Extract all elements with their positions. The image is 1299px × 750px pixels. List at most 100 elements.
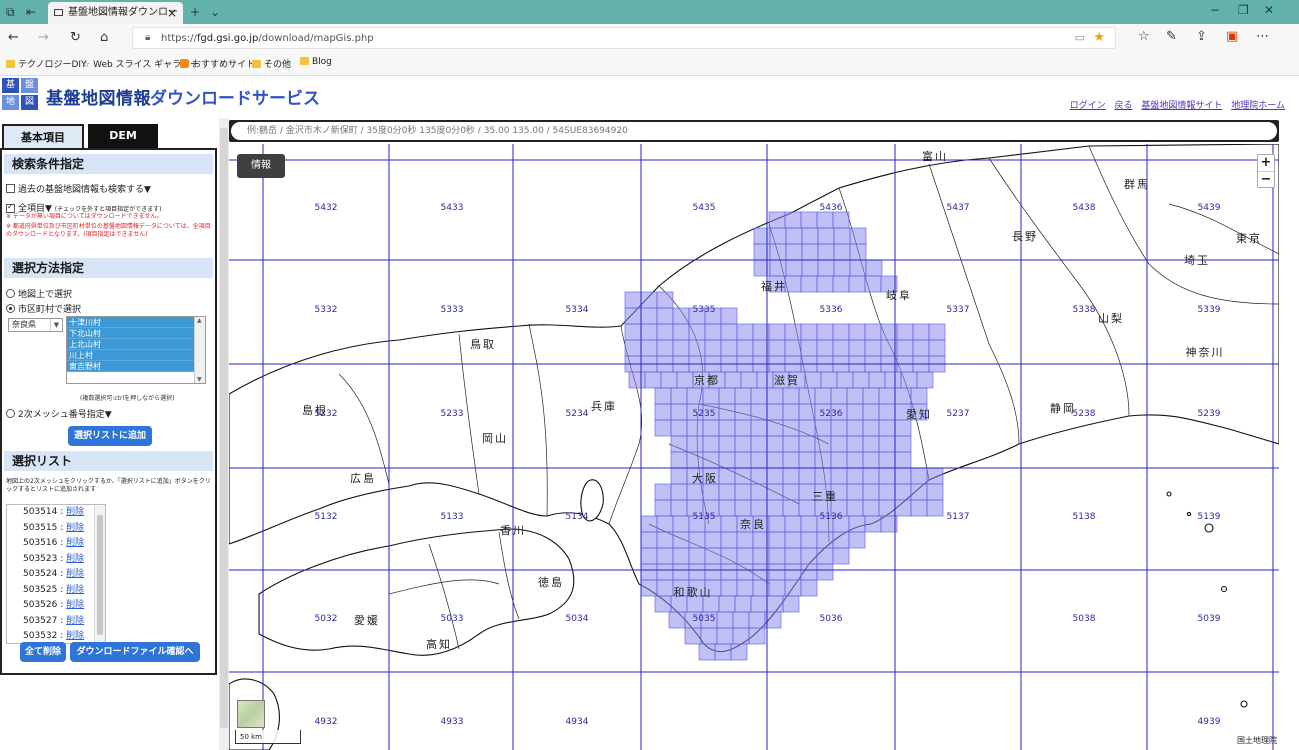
selected-mesh-cell[interactable] (832, 323, 850, 341)
selected-mesh-cell[interactable] (846, 499, 864, 517)
bookmark-item[interactable]: おすすめサイト (180, 57, 255, 70)
selected-mesh-cell[interactable] (670, 483, 688, 501)
selected-mesh-cell[interactable] (785, 259, 803, 277)
selected-mesh-cell[interactable] (816, 323, 834, 341)
reading-view-icon[interactable]: ▭ (1075, 31, 1085, 44)
selected-mesh-cell[interactable] (894, 467, 912, 485)
selected-mesh-cell[interactable] (864, 515, 882, 533)
delete-link[interactable]: 削除 (66, 600, 84, 610)
selected-mesh-cell[interactable] (750, 467, 768, 485)
selected-mesh-cell[interactable] (769, 227, 787, 245)
selected-mesh-cell[interactable] (750, 419, 768, 437)
selected-mesh-cell[interactable] (624, 339, 642, 357)
selected-mesh-cell[interactable] (836, 371, 854, 389)
tab-actions-icon[interactable]: ⧉ (6, 4, 15, 20)
selected-mesh-cell[interactable] (814, 467, 832, 485)
selected-mesh-cell[interactable] (817, 243, 835, 261)
selected-mesh-cell[interactable] (894, 499, 912, 517)
selected-mesh-cell[interactable] (688, 339, 706, 357)
listbox-scrollbar[interactable] (194, 317, 205, 383)
selected-mesh-cell[interactable] (686, 435, 704, 453)
selected-mesh-cell[interactable] (766, 595, 784, 613)
selected-mesh-cell[interactable] (782, 467, 800, 485)
selected-mesh-cell[interactable] (672, 307, 690, 325)
select-by-municipality-radio-row[interactable]: 市区町村で選択 (6, 302, 81, 315)
selected-mesh-cell[interactable] (848, 531, 866, 549)
selected-mesh-cell[interactable] (750, 403, 768, 421)
selected-mesh-cell[interactable] (800, 515, 818, 533)
bookmark-item[interactable]: Blog (300, 57, 332, 67)
selected-mesh-cell[interactable] (862, 499, 880, 517)
back-icon[interactable]: ← (8, 30, 19, 46)
selected-mesh-cell[interactable] (686, 451, 704, 469)
selected-mesh-cell[interactable] (654, 387, 672, 405)
close-tab-icon[interactable]: × (167, 2, 177, 24)
selected-mesh-cell[interactable] (736, 339, 754, 357)
selected-mesh-cell[interactable] (640, 547, 658, 565)
selected-mesh-cell[interactable] (748, 627, 766, 645)
selected-mesh-cell[interactable] (782, 435, 800, 453)
selected-mesh-cell[interactable] (878, 419, 896, 437)
selected-mesh-cell[interactable] (736, 547, 754, 565)
selected-mesh-cell[interactable] (864, 275, 882, 293)
selected-mesh-cell[interactable] (640, 515, 658, 533)
selected-mesh-cell[interactable] (766, 403, 784, 421)
selected-mesh-cell[interactable] (798, 387, 816, 405)
selected-mesh-cell[interactable] (670, 499, 688, 517)
selected-mesh-cell[interactable] (912, 339, 930, 357)
selected-mesh-cell[interactable] (766, 499, 784, 517)
selected-mesh-cell[interactable] (750, 483, 768, 501)
selected-mesh-cell[interactable] (766, 483, 784, 501)
selected-mesh-cell[interactable] (894, 483, 912, 501)
selected-mesh-cell[interactable] (784, 563, 802, 581)
selected-mesh-cell[interactable] (736, 531, 754, 549)
selected-mesh-cell[interactable] (782, 403, 800, 421)
selected-mesh-cell[interactable] (784, 275, 802, 293)
add-to-list-button[interactable]: 選択リストに追加 (68, 426, 152, 446)
selected-mesh-cell[interactable] (640, 307, 658, 325)
selected-mesh-cell[interactable] (884, 371, 902, 389)
selected-mesh-cell[interactable] (833, 227, 851, 245)
select-by-municipality-radio[interactable] (6, 304, 15, 313)
selected-mesh-cell[interactable] (800, 547, 818, 565)
selected-mesh-cell[interactable] (862, 467, 880, 485)
selected-mesh-cell[interactable] (720, 515, 738, 533)
selected-mesh-cell[interactable] (718, 451, 736, 469)
selected-mesh-cell[interactable] (817, 227, 835, 245)
delete-link[interactable]: 削除 (66, 616, 84, 626)
selected-mesh-cell[interactable] (654, 483, 672, 501)
selected-mesh-cell[interactable] (849, 259, 867, 277)
selected-mesh-cell[interactable] (734, 483, 752, 501)
past-data-checkbox[interactable] (6, 184, 15, 193)
selected-mesh-cell[interactable] (848, 515, 866, 533)
selected-mesh-cell[interactable] (848, 275, 866, 293)
list-item[interactable]: 下北山村 (67, 328, 205, 339)
selected-mesh-cell[interactable] (753, 243, 771, 261)
selected-mesh-cell[interactable] (670, 403, 688, 421)
selected-mesh-cell[interactable] (820, 371, 838, 389)
selected-mesh-cell[interactable] (833, 259, 851, 277)
selected-mesh-cell[interactable] (700, 627, 718, 645)
selected-mesh-cell[interactable] (720, 339, 738, 357)
selected-mesh-cell[interactable] (688, 531, 706, 549)
selected-mesh-cell[interactable] (878, 483, 896, 501)
back-link[interactable]: 戻る (1114, 101, 1132, 111)
selected-mesh-cell[interactable] (672, 563, 690, 581)
selected-mesh-cell[interactable] (800, 323, 818, 341)
selected-mesh-cell[interactable] (814, 435, 832, 453)
selected-mesh-cell[interactable] (782, 387, 800, 405)
fgd-site-link[interactable]: 基盤地図情報サイト (1141, 101, 1222, 111)
mesh-number-radio-row[interactable]: 2次メッシュ番号指定▼ (6, 407, 112, 420)
selected-mesh-cell[interactable] (656, 547, 674, 565)
selected-mesh-cell[interactable] (704, 531, 722, 549)
bookmark-item[interactable]: その他 (252, 57, 291, 70)
favorites-icon[interactable]: ☆ (1138, 29, 1150, 44)
select-on-map-radio-row[interactable]: 地図上で選択 (6, 287, 72, 300)
selected-mesh-cell[interactable] (686, 483, 704, 501)
selected-mesh-cell[interactable] (714, 643, 732, 661)
selected-mesh-cell[interactable] (718, 419, 736, 437)
selected-mesh-cell[interactable] (740, 371, 758, 389)
selected-mesh-cell[interactable] (852, 371, 870, 389)
selected-mesh-cell[interactable] (730, 643, 748, 661)
selected-mesh-cell[interactable] (768, 323, 786, 341)
